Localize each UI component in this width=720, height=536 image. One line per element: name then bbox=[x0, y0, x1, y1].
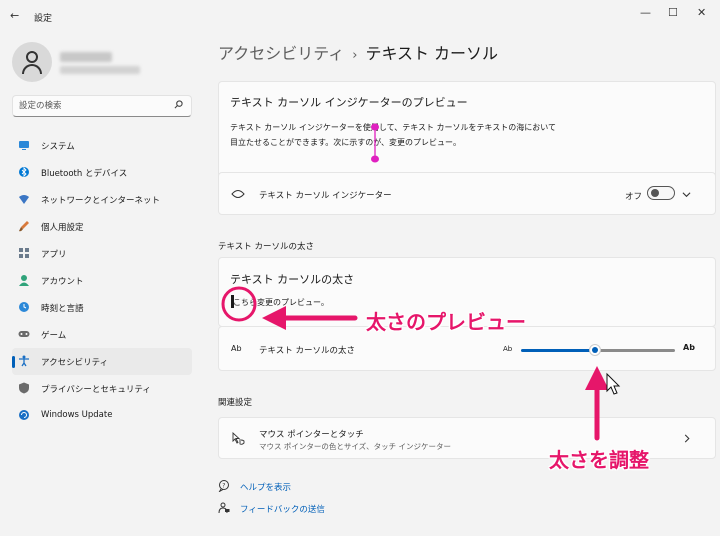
preview-highlight-circle bbox=[221, 286, 257, 322]
mouse-cursor-icon bbox=[606, 372, 621, 395]
preview-callout-text: 太さのプレビュー bbox=[366, 310, 526, 334]
adjust-callout-text: 太さを調整 bbox=[549, 448, 649, 472]
adjust-callout-arrow bbox=[585, 366, 609, 441]
preview-callout-arrow bbox=[262, 306, 358, 330]
